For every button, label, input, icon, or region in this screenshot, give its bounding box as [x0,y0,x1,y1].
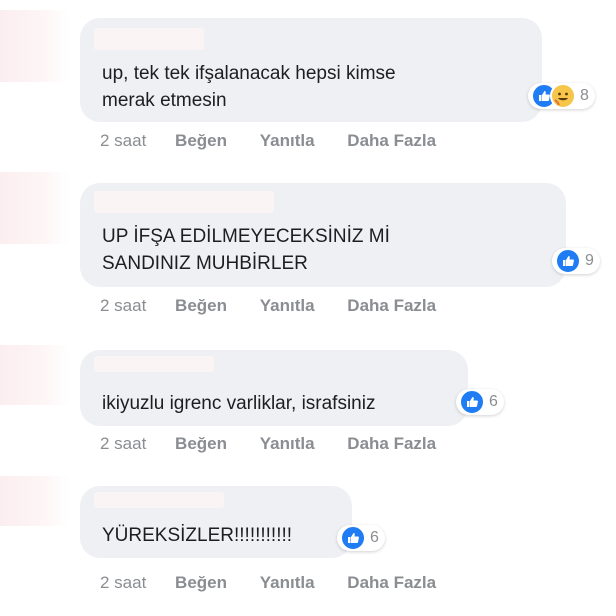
comment-actions: 2 saat Beğen Yanıtla Daha Fazla [100,434,464,454]
comment-actions: 2 saat Beğen Yanıtla Daha Fazla [100,296,464,316]
reaction-count: 9 [585,252,594,269]
reply-button[interactable]: Yanıtla [260,434,315,454]
comment-text: ikiyuzlu igrenc varliklar, israfsiniz [102,390,375,417]
reaction-count: 8 [580,87,589,104]
comment-text: YÜREKSİZLER!!!!!!!!!!! [102,522,292,549]
timestamp[interactable]: 2 saat [100,573,146,593]
avatar-redacted [0,345,70,405]
comment-bubble: ikiyuzlu igrenc varliklar, israfsiniz [80,350,468,426]
like-icon [459,389,485,415]
like-icon [340,525,366,551]
haha-icon [550,83,576,109]
reaction-count: 6 [489,393,498,410]
comment-actions: 2 saat Beğen Yanıtla Daha Fazla [100,573,464,593]
timestamp[interactable]: 2 saat [100,296,146,316]
reaction-summary[interactable]: 9 [552,248,600,274]
reply-button[interactable]: Yanıtla [260,296,315,316]
comment-text-line: UP İFŞA EDİLMEYECEKSİNİZ Mİ [102,226,390,247]
reply-button[interactable]: Yanıtla [260,131,315,151]
like-button[interactable]: Beğen [175,131,227,151]
reaction-count: 6 [370,529,379,546]
timestamp[interactable]: 2 saat [100,131,146,151]
comment-text: UP İFŞA EDİLMEYECEKSİNİZ Mİ SANDINIZ MUH… [102,223,390,277]
timestamp[interactable]: 2 saat [100,434,146,454]
comment-text-line: SANDINIZ MUHBİRLER [102,253,308,274]
comment-text-line: ikiyuzlu igrenc varliklar, israfsiniz [102,393,376,414]
author-name-redacted [94,356,214,372]
like-button[interactable]: Beğen [175,573,227,593]
avatar-redacted [0,172,70,244]
reaction-summary[interactable]: 6 [337,525,385,551]
author-name-redacted [94,191,274,213]
like-button[interactable]: Beğen [175,296,227,316]
like-button[interactable]: Beğen [175,434,227,454]
more-button[interactable]: Daha Fazla [347,131,436,151]
comment-text: up, tek tek ifşalanacak hepsi kimse mera… [102,60,396,114]
author-name-redacted [94,28,204,50]
reaction-summary[interactable]: 8 [528,83,595,109]
more-button[interactable]: Daha Fazla [347,434,436,454]
avatar-redacted [0,10,70,82]
comment-bubble: YÜREKSİZLER!!!!!!!!!!! [80,486,352,558]
more-button[interactable]: Daha Fazla [347,573,436,593]
reply-button[interactable]: Yanıtla [260,573,315,593]
author-name-redacted [94,492,224,508]
avatar-redacted [0,476,70,526]
comment-text-line: merak etmesin [102,90,227,111]
more-button[interactable]: Daha Fazla [347,296,436,316]
comment-text-line: YÜREKSİZLER!!!!!!!!!!! [102,525,293,546]
comment-text-line: up, tek tek ifşalanacak hepsi kimse [102,63,396,84]
comment-bubble: UP İFŞA EDİLMEYECEKSİNİZ Mİ SANDINIZ MUH… [80,183,566,287]
comment-bubble: up, tek tek ifşalanacak hepsi kimse mera… [80,18,542,122]
like-icon [555,248,581,274]
reaction-summary[interactable]: 6 [456,389,504,415]
comment-actions: 2 saat Beğen Yanıtla Daha Fazla [100,131,464,151]
